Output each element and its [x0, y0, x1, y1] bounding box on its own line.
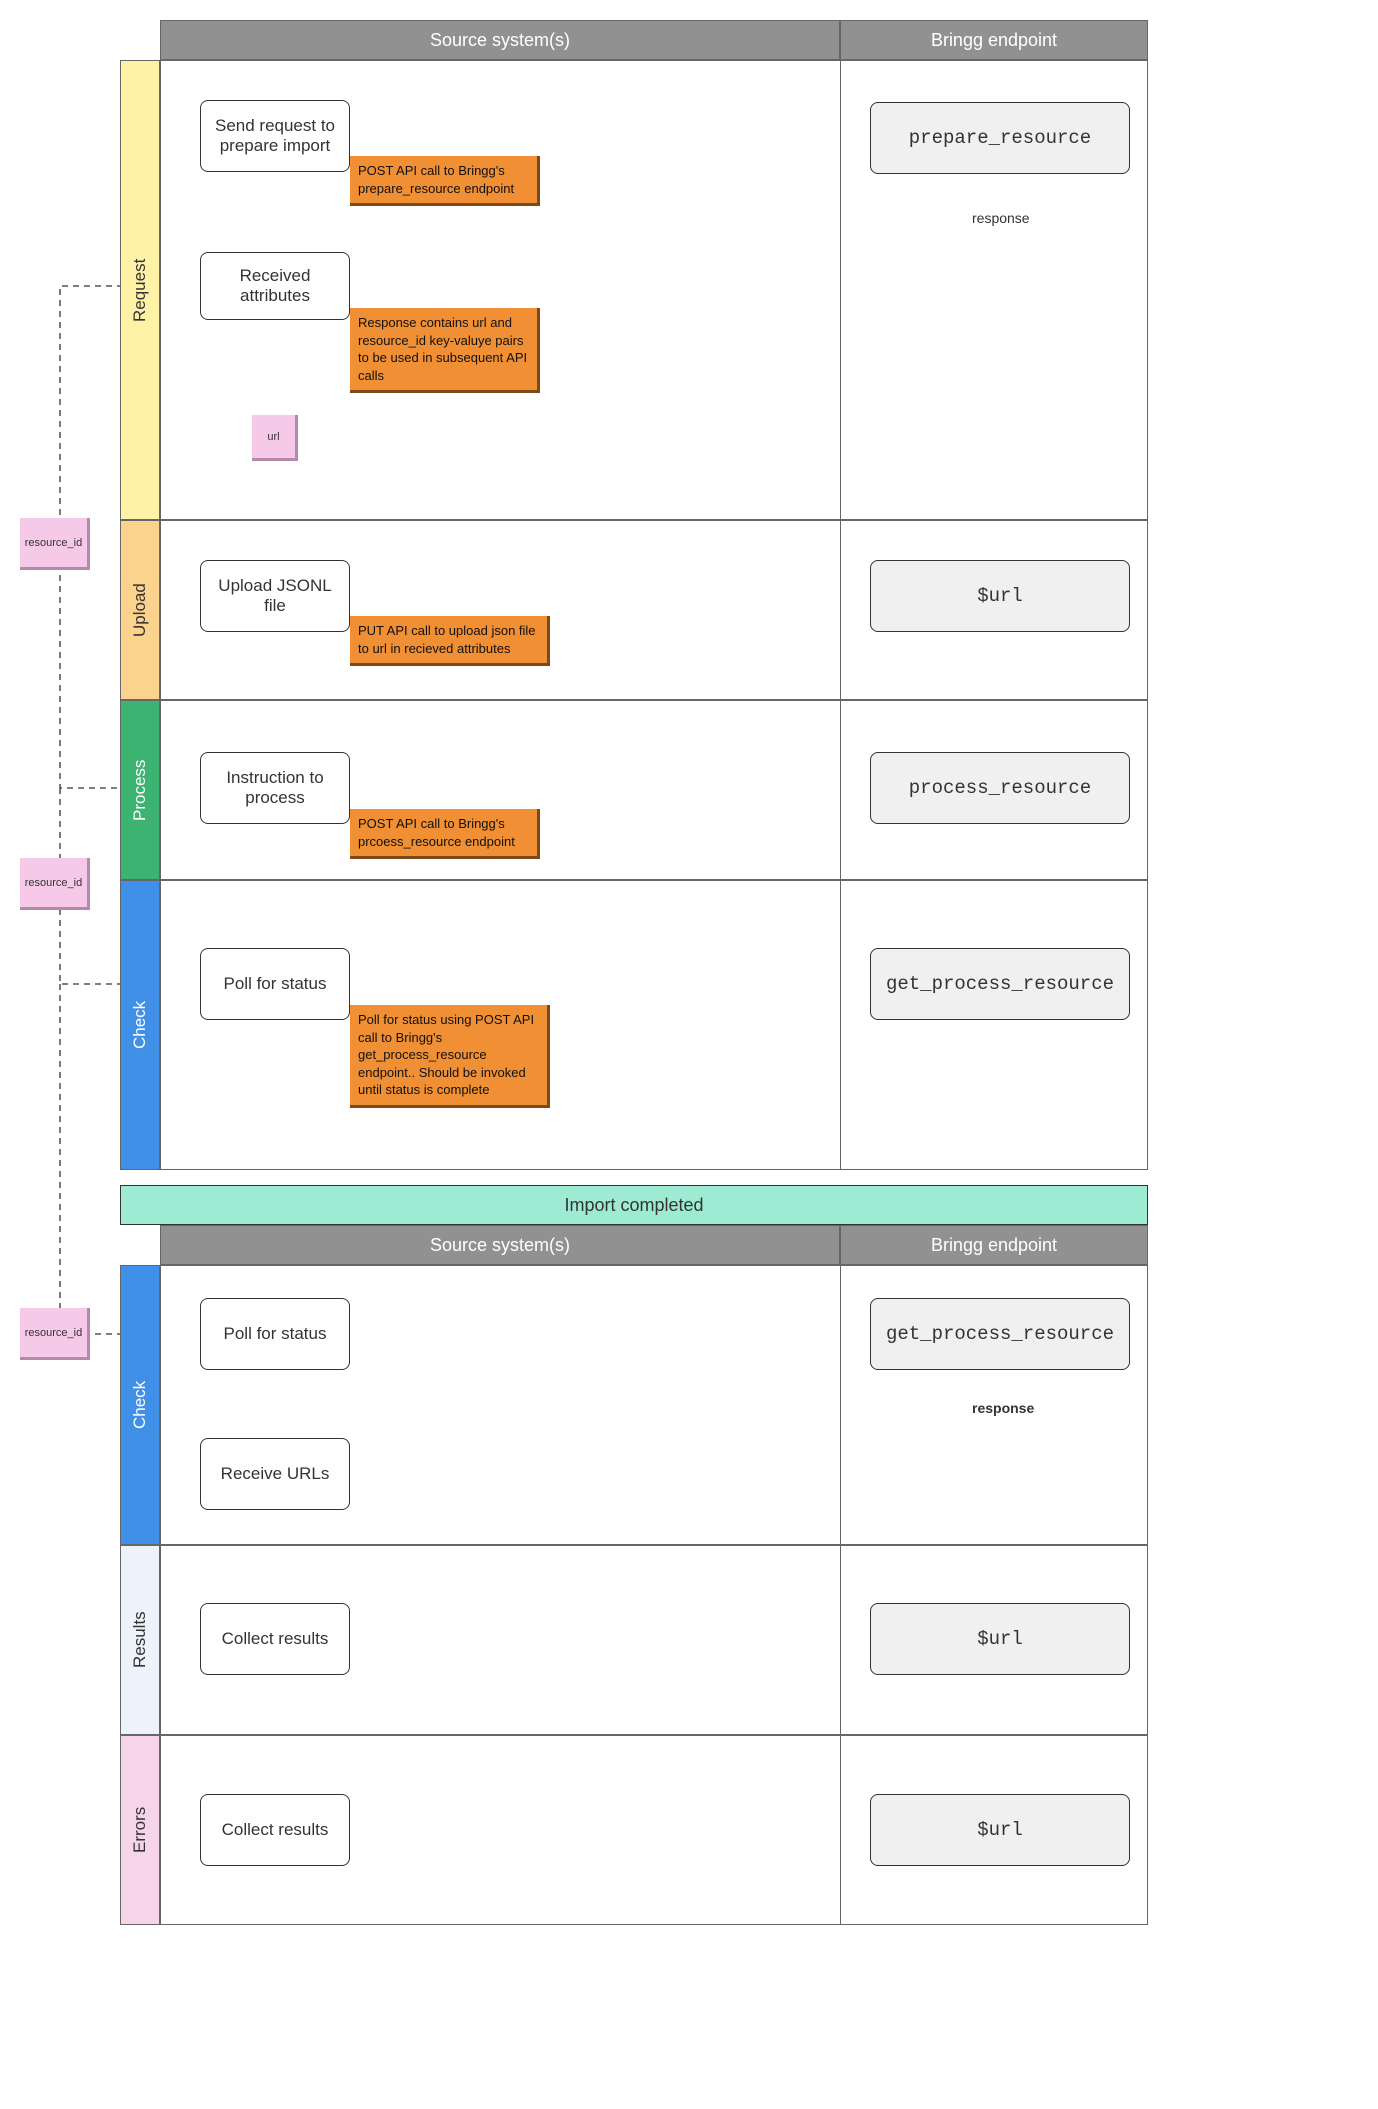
lane-errors-label: Errors	[120, 1735, 160, 1925]
column-divider-top	[840, 60, 841, 1170]
lane-check-body-top	[160, 880, 1148, 1170]
note-process-call: POST API call to Bringg's prcoess_resour…	[350, 809, 540, 859]
sticky-resource-id-1: resource_id	[20, 518, 90, 570]
box-collect-results-2: Collect results	[200, 1794, 350, 1866]
box-upload-jsonl: Upload JSONL file	[200, 560, 350, 632]
note-response-content: Response contains url and resource_id ke…	[350, 308, 540, 393]
lane-check-label-bottom: Check	[120, 1265, 160, 1545]
box-instruction-process: Instruction to process	[200, 752, 350, 824]
sticky-resource-id-2: resource_id	[20, 858, 90, 910]
note-prepare-call: POST API call to Bringg's prepare_resour…	[350, 156, 540, 206]
column-divider-bottom	[840, 1265, 841, 1925]
note-poll-call: Poll for status using POST API call to B…	[350, 1005, 550, 1108]
endpoint-url-2: $url	[870, 1603, 1130, 1675]
diagram-canvas: Source system(s) Bringg endpoint Request…	[20, 20, 1358, 2089]
lane-check-label-top: Check	[120, 880, 160, 1170]
header-endpoint-bottom: Bringg endpoint	[840, 1225, 1148, 1265]
box-collect-results-1: Collect results	[200, 1603, 350, 1675]
separator-import-completed: Import completed	[120, 1185, 1148, 1225]
box-received-attributes: Received attributes	[200, 252, 350, 320]
box-poll-status-1: Poll for status	[200, 948, 350, 1020]
endpoint-get-process-resource-1: get_process_resource	[870, 948, 1130, 1020]
box-receive-urls: Receive URLs	[200, 1438, 350, 1510]
sticky-url: url	[252, 415, 298, 461]
header-source-top: Source system(s)	[160, 20, 840, 60]
header-endpoint-top: Bringg endpoint	[840, 20, 1148, 60]
lane-results-label: Results	[120, 1545, 160, 1735]
box-send-request: Send request to prepare import	[200, 100, 350, 172]
endpoint-url-3: $url	[870, 1794, 1130, 1866]
sticky-resource-id-3: resource_id	[20, 1308, 90, 1360]
header-source-bottom: Source system(s)	[160, 1225, 840, 1265]
endpoint-process-resource: process_resource	[870, 752, 1130, 824]
lane-process-label: Process	[120, 700, 160, 880]
endpoint-get-process-resource-2: get_process_resource	[870, 1298, 1130, 1370]
edge-label-response-2: response	[970, 1400, 1036, 1416]
endpoint-url-1: $url	[870, 560, 1130, 632]
lane-upload-label: Upload	[120, 520, 160, 700]
edge-label-response-1: response	[970, 210, 1032, 226]
endpoint-prepare-resource: prepare_resource	[870, 102, 1130, 174]
note-upload-call: PUT API call to upload json file to url …	[350, 616, 550, 666]
lane-request-label: Request	[120, 60, 160, 520]
box-poll-status-2: Poll for status	[200, 1298, 350, 1370]
